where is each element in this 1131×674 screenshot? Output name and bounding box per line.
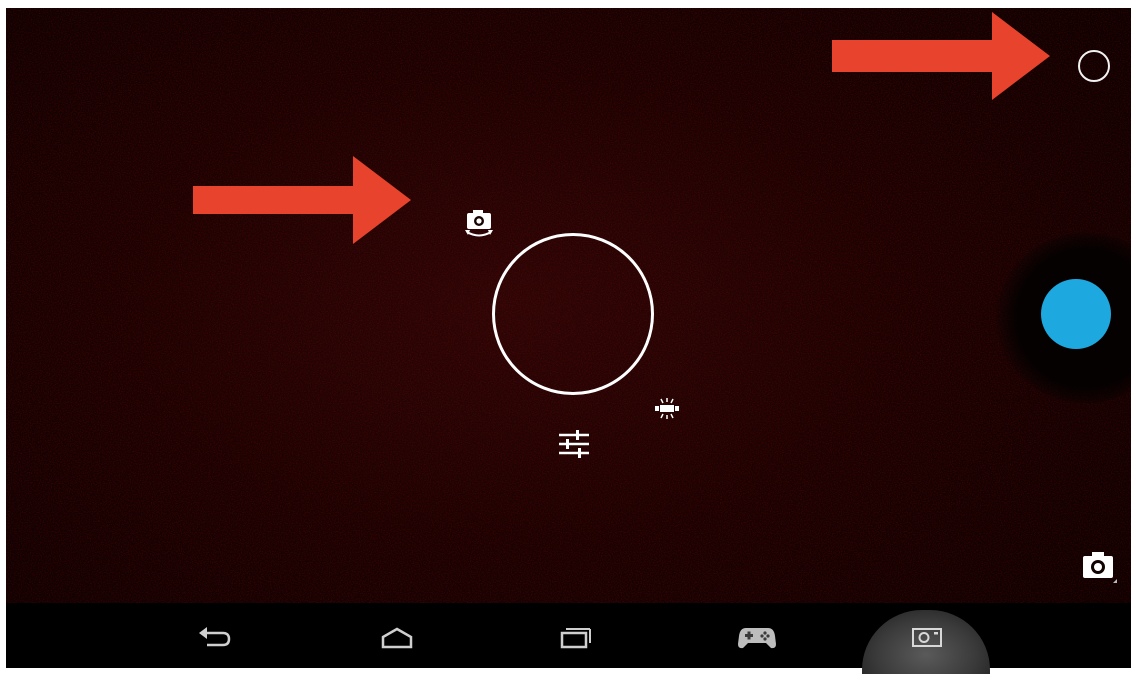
settings-sliders-icon[interactable] bbox=[556, 428, 592, 460]
switch-camera-icon[interactable] bbox=[462, 206, 496, 240]
nav-back-button[interactable] bbox=[180, 603, 250, 668]
annotation-arrow-left bbox=[193, 156, 411, 244]
nav-home-button[interactable] bbox=[362, 603, 432, 668]
back-icon bbox=[199, 626, 231, 646]
shutter-button[interactable] bbox=[1041, 279, 1111, 349]
camera-viewfinder[interactable] bbox=[6, 8, 1131, 668]
home-icon bbox=[381, 627, 413, 648]
annotation-arrow-top-right bbox=[832, 12, 1050, 100]
nav-gamepad-button[interactable] bbox=[722, 603, 792, 668]
screenshot-camera-icon bbox=[912, 627, 942, 647]
nav-screenshot-button[interactable] bbox=[892, 603, 962, 668]
focus-ring bbox=[492, 233, 654, 395]
camera-mode-icon[interactable] bbox=[1080, 548, 1120, 584]
nav-recent-apps-button[interactable] bbox=[540, 603, 610, 668]
flash-icon[interactable] bbox=[651, 396, 683, 422]
gamepad-icon bbox=[738, 627, 776, 648]
ring-icon[interactable] bbox=[1078, 50, 1110, 82]
recent-apps-icon bbox=[560, 627, 591, 648]
